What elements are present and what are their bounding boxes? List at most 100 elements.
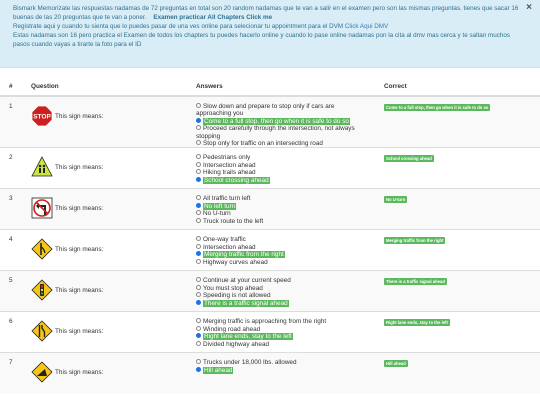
notice-text: Bismark Memorizate las respuestas nadama… (13, 5, 520, 23)
radio-icon[interactable] (196, 340, 201, 346)
radio-icon[interactable] (196, 154, 201, 160)
answer-text: Winding road ahead (203, 325, 261, 333)
radio-icon[interactable] (196, 210, 201, 216)
radio-icon[interactable] (196, 169, 201, 175)
practice-exam-link[interactable]: Examen practicar All Chapters Click me (153, 14, 272, 21)
answer-option[interactable]: Merging traffic is approaching from the … (196, 318, 356, 325)
svg-text:STOP: STOP (33, 114, 51, 121)
answer-option[interactable]: Trucks under 18,000 lbs. allowed (196, 359, 375, 366)
answer-text: Intersection ahead (203, 243, 256, 251)
answer-text: No U-turn (203, 210, 231, 218)
answer-option[interactable]: Continue at your current speed (196, 277, 375, 284)
radio-selected-icon[interactable] (196, 366, 201, 372)
answer-option[interactable]: No left turn (196, 202, 375, 210)
question-text: This sign means: (55, 327, 104, 335)
correct-answer-badge: School crossing ahead (384, 155, 434, 163)
answer-option[interactable]: Intersection ahead (196, 243, 375, 251)
answer-option[interactable]: Pedestrians only (196, 154, 375, 161)
radio-selected-icon[interactable] (196, 333, 201, 339)
radio-icon[interactable] (196, 325, 201, 331)
answer-option[interactable]: Stop only for traffic on an intersecting… (196, 140, 356, 147)
answer-text: There is a traffic signal ahead (203, 299, 289, 307)
merging-traffic-sign-icon (31, 238, 53, 261)
radio-selected-icon[interactable] (196, 176, 201, 182)
close-icon[interactable]: × (526, 3, 532, 13)
answer-text: Hiking trails ahead (203, 169, 256, 177)
answer-option[interactable]: Truck route to the left (196, 217, 375, 225)
answer-option[interactable]: Highway curves ahead (196, 258, 375, 266)
answer-text: One-way traffic (203, 236, 246, 244)
answer-option[interactable]: Speeding is not allowed (196, 292, 375, 299)
radio-icon[interactable] (196, 258, 201, 264)
answers-cell: All traffic turn left No left turn No U-tu… (187, 188, 375, 230)
answer-option[interactable]: Right lane ends, stay to the left (196, 333, 375, 341)
answer-option[interactable]: Divided highway ahead (196, 340, 375, 348)
answer-option[interactable]: All traffic turn left (196, 195, 375, 202)
correct-cell: School crossing ahead (375, 147, 540, 189)
answer-text: Pedestrians only (203, 154, 251, 162)
question-text: This sign means: (55, 112, 104, 120)
radio-selected-icon[interactable] (196, 251, 201, 257)
table-header: # Question Answers Correct (0, 78, 540, 97)
radio-icon[interactable] (196, 243, 201, 249)
school-crossing-sign-icon (31, 156, 53, 178)
hill-ahead-sign-icon (31, 361, 53, 384)
question-text: This sign means: (55, 163, 104, 171)
radio-icon[interactable] (196, 359, 201, 365)
info-notice: × Bismark Memorizate las respuestas nada… (0, 0, 540, 68)
question-cell: STOP This sign means: (22, 95, 187, 148)
answer-text: Merging traffic is approaching from the … (203, 318, 327, 326)
question-cell: This sign means: (22, 229, 187, 271)
answers-cell: One-way traffic Intersection ahead Merging… (187, 229, 375, 271)
row-number: 1 (0, 95, 22, 148)
answer-option[interactable]: School crossing ahead (196, 176, 375, 184)
header-question: Question (22, 78, 187, 97)
answer-text: Hill ahead (203, 366, 234, 374)
radio-icon[interactable] (196, 140, 201, 146)
radio-icon[interactable] (196, 103, 201, 108)
radio-icon[interactable] (196, 318, 201, 324)
radio-icon[interactable] (196, 217, 201, 223)
answers-cell: Trucks under 18,000 lbs. allowed Hill ahe… (187, 352, 375, 394)
answer-option[interactable]: Come to a full stop, then go when it is … (196, 117, 356, 125)
traffic-signal-ahead-sign-icon (31, 279, 53, 302)
radio-icon[interactable] (196, 277, 201, 283)
answer-option[interactable]: Proceed carefully through the intersecti… (196, 125, 356, 140)
correct-cell: No U-turn (375, 188, 540, 230)
answer-text: Merging traffic from the right (203, 251, 285, 259)
dmv-link[interactable]: Click Aqui DMV (345, 23, 388, 30)
answer-option[interactable]: Hiking trails ahead (196, 169, 375, 176)
answer-option[interactable]: There is a traffic signal ahead (196, 299, 375, 307)
question-content: STOP This sign means: (31, 103, 187, 129)
answer-text: Right lane ends, stay to the left (203, 333, 293, 341)
answer-option[interactable]: You must stop ahead (196, 284, 375, 292)
radio-selected-icon[interactable] (196, 299, 201, 305)
answer-option[interactable]: Slow down and prepare to stop only if ca… (196, 103, 356, 118)
stop-sign-icon: STOP (31, 105, 53, 127)
radio-icon[interactable] (196, 195, 201, 201)
correct-answer-badge: There is a traffic signal ahead (384, 278, 447, 286)
answer-option[interactable]: Merging traffic from the right (196, 251, 375, 259)
answer-option[interactable]: Intersection ahead (196, 161, 375, 169)
radio-icon[interactable] (196, 284, 201, 290)
question-cell: This sign means: (22, 270, 187, 312)
answer-text: Intersection ahead (203, 161, 256, 169)
answer-text: Highway curves ahead (203, 258, 268, 266)
answer-option[interactable]: Hill ahead (196, 366, 375, 374)
answers-cell: Merging traffic is approaching from the … (187, 311, 375, 353)
answer-option[interactable]: One-way traffic (196, 236, 375, 243)
header-answers: Answers (187, 78, 375, 97)
answer-option[interactable]: Winding road ahead (196, 325, 375, 333)
radio-selected-icon[interactable] (196, 202, 201, 208)
radio-selected-icon[interactable] (196, 117, 201, 123)
question-text: This sign means: (55, 368, 104, 376)
radio-icon[interactable] (196, 292, 201, 298)
answer-option[interactable]: No U-turn (196, 210, 375, 217)
header-num: # (0, 78, 22, 97)
correct-answer-badge: Come to a full stop, then go when it is … (384, 104, 491, 111)
table-row: 3 This sign means: All traffic turn left No… (0, 188, 540, 230)
radio-icon[interactable] (196, 161, 201, 167)
radio-icon[interactable] (196, 125, 201, 131)
answer-text: Continue at your current speed (203, 277, 291, 285)
radio-icon[interactable] (196, 236, 201, 242)
